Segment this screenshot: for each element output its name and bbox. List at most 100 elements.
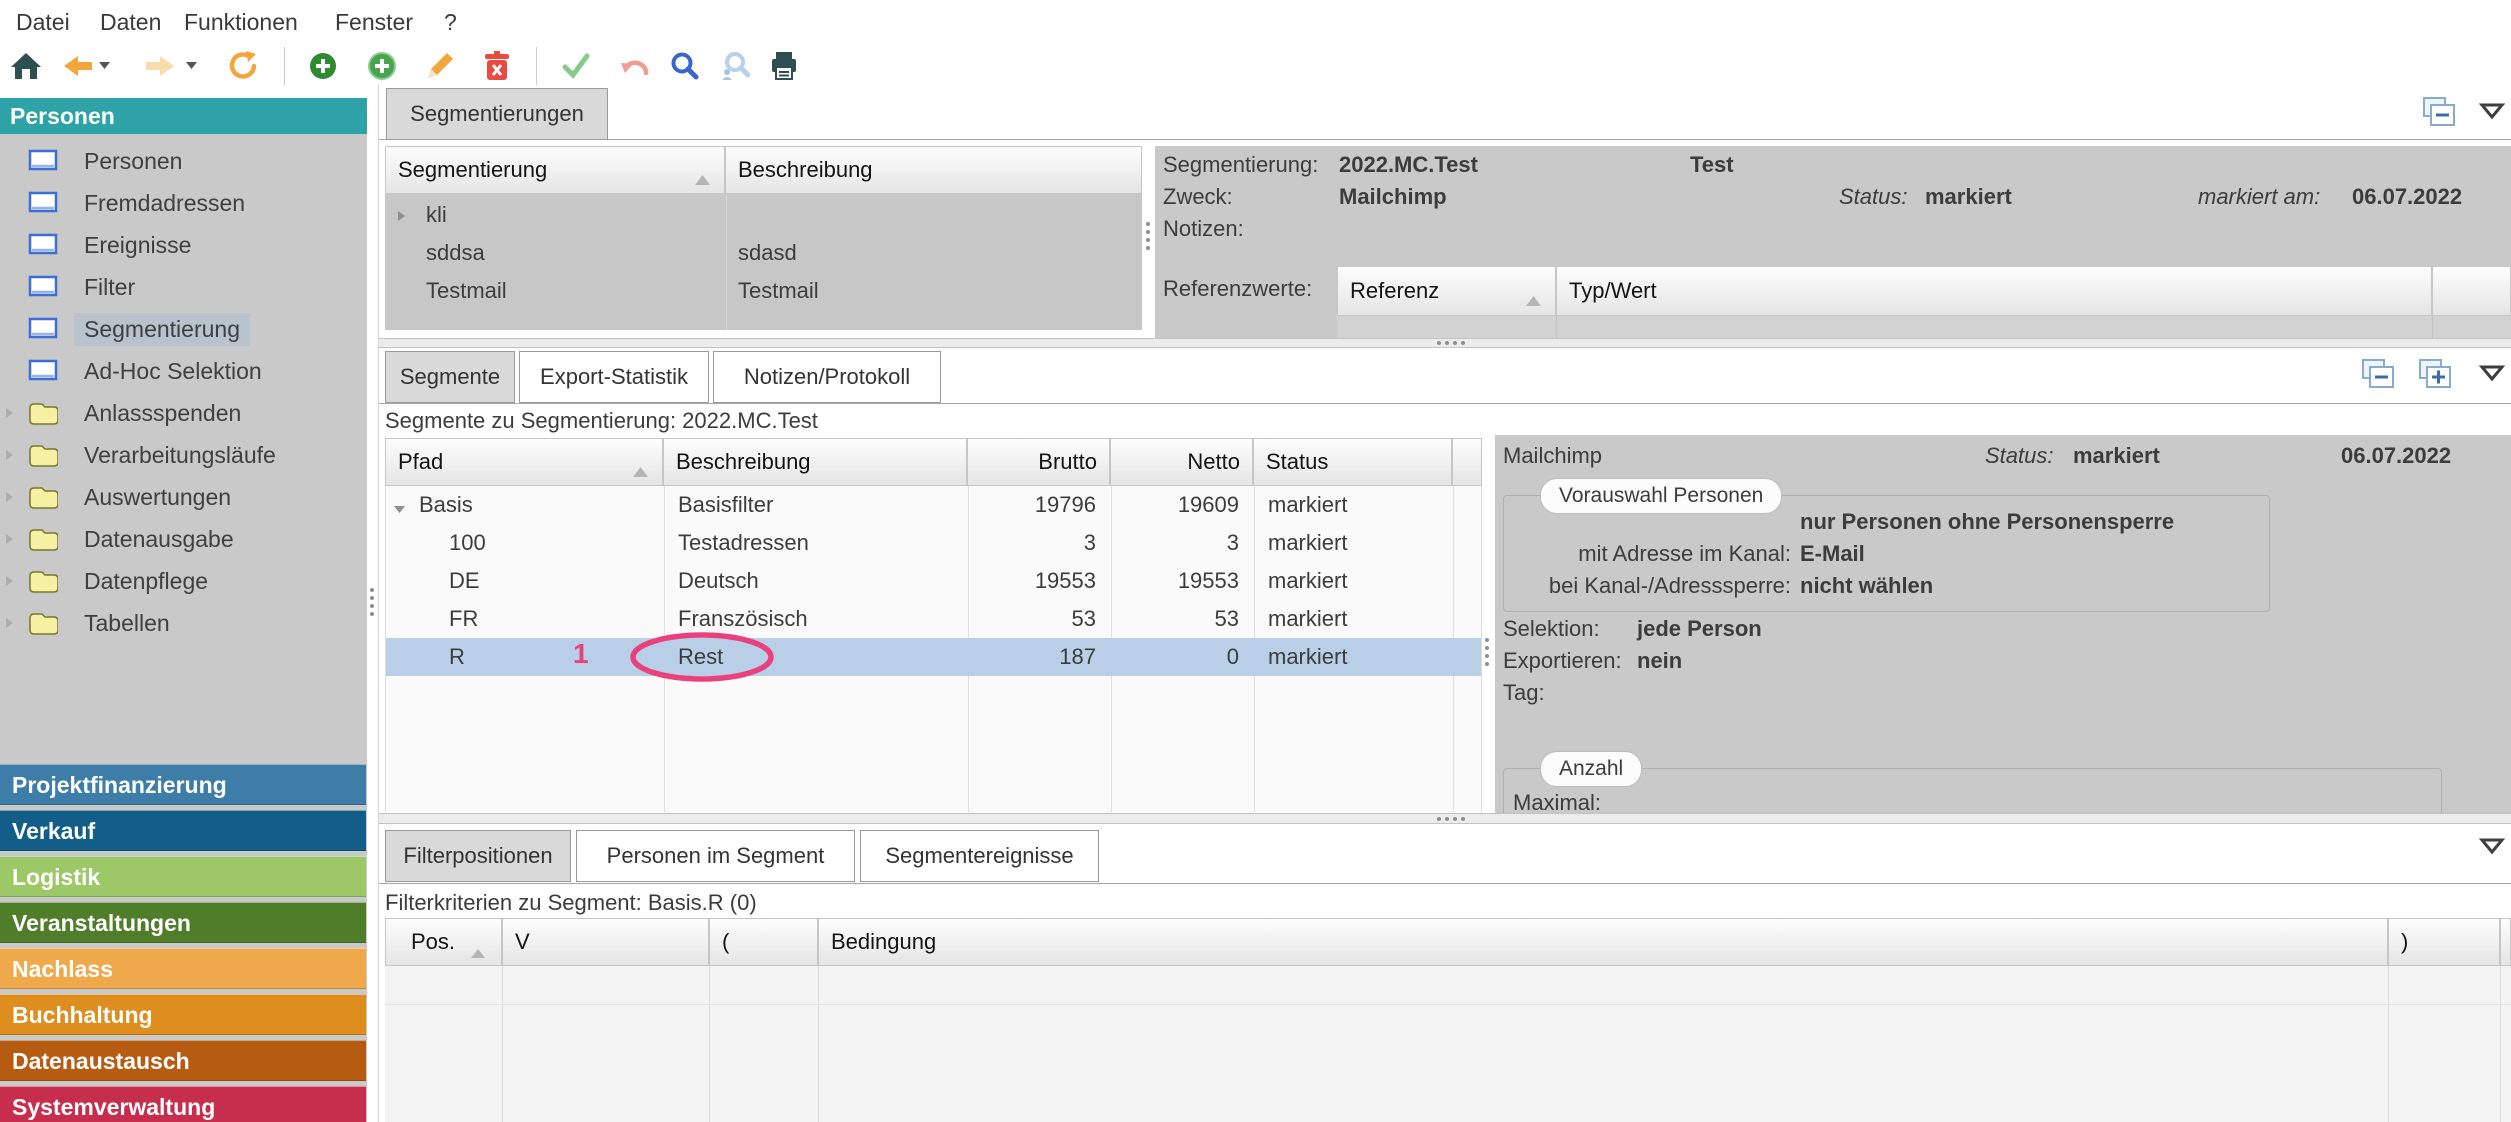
column-header-empty (2500, 918, 2511, 966)
sidebar-item-segmentierung[interactable]: Segmentierung (0, 309, 367, 349)
forward-icon[interactable] (142, 49, 178, 83)
segmentierung-row-testmail[interactable]: Testmail Testmail (386, 272, 1141, 310)
collapse-pane-icon[interactable] (2421, 96, 2457, 133)
sidebar-item-ereignisse[interactable]: Ereignisse (0, 225, 367, 265)
search-person-icon[interactable] (717, 49, 753, 83)
column-header-bedingung[interactable]: Bedingung (818, 918, 2388, 966)
horizontal-splitter[interactable] (379, 338, 2511, 348)
sidebar-item-anlassspenden[interactable]: Anlassspenden (0, 393, 367, 433)
sidebar-item-tabellen[interactable]: Tabellen (0, 603, 367, 643)
module-logistik[interactable]: Logistik (0, 856, 366, 897)
column-divider (709, 966, 710, 1122)
collapse-pane-icon[interactable] (2360, 358, 2396, 395)
segmentierung-row-kli[interactable]: kli (386, 196, 1141, 234)
column-header-beschreibung[interactable]: Beschreibung (725, 146, 1142, 194)
window-icon (28, 149, 62, 173)
column-header-status[interactable]: Status (1253, 438, 1452, 486)
back-icon[interactable] (60, 49, 96, 83)
column-header-pos[interactable]: Pos. (385, 918, 502, 966)
undo-icon[interactable] (617, 49, 653, 83)
module-nachlass[interactable]: Nachlass (0, 948, 366, 989)
expand-icon[interactable] (6, 575, 24, 587)
segment-row-100[interactable]: 100 Testadressen 3 3 markiert (386, 524, 1481, 562)
segment-row-fr[interactable]: FR Franszösisch 53 53 markiert (386, 600, 1481, 638)
splitter-handle[interactable] (1437, 817, 1465, 821)
pane-menu-icon[interactable] (2479, 363, 2505, 388)
module-systemverwaltung[interactable]: Systemverwaltung (0, 1086, 366, 1122)
tab-export-statistik[interactable]: Export-Statistik (519, 351, 709, 403)
sidebar-item-datenpflege[interactable]: Datenpflege (0, 561, 367, 601)
horizontal-splitter[interactable] (379, 813, 2511, 824)
confirm-icon[interactable] (558, 49, 594, 83)
menu-help[interactable]: ? (444, 9, 457, 36)
edit-icon[interactable] (422, 49, 458, 83)
sidebar-item-ad-hoc-selektion[interactable]: Ad-Hoc Selektion (0, 351, 367, 391)
module-verkauf[interactable]: Verkauf (0, 810, 366, 851)
module-projektfinanzierung[interactable]: Projektfinanzierung (0, 764, 366, 805)
column-header-beschreibung[interactable]: Beschreibung (663, 438, 967, 486)
sidebar-item-auswertungen[interactable]: Auswertungen (0, 477, 367, 517)
top-pane-splitter[interactable] (1146, 222, 1150, 250)
delete-icon[interactable] (479, 49, 515, 83)
tab-notizen-protokoll[interactable]: Notizen/Protokoll (713, 351, 941, 403)
cell-netto: 3 (1111, 524, 1239, 562)
sidebar-item-fremdadressen[interactable]: Fremdadressen (0, 183, 367, 223)
column-divider (502, 966, 503, 1122)
refresh-icon[interactable] (224, 49, 260, 83)
expand-pane-icon[interactable] (2417, 358, 2453, 395)
search-icon[interactable] (666, 49, 702, 83)
window-icon (28, 233, 62, 257)
expand-icon[interactable] (6, 407, 24, 419)
column-header-open-paren[interactable]: ( (709, 918, 818, 966)
module-datenaustausch[interactable]: Datenaustausch (0, 1040, 366, 1081)
menu-datei[interactable]: Datei (16, 9, 70, 36)
column-header-segmentierung[interactable]: Segmentierung (385, 146, 725, 194)
menu-fenster[interactable]: Fenster (335, 9, 413, 36)
sidebar-item-personen[interactable]: Personen (0, 141, 367, 181)
back-history-icon[interactable] (97, 49, 113, 83)
tab-segmentierungen[interactable]: Segmentierungen (386, 88, 608, 140)
segment-row-basis[interactable]: Basis Basisfilter 19796 19609 markiert (386, 486, 1481, 524)
tab-segmente[interactable]: Segmente (385, 351, 515, 403)
print-icon[interactable] (766, 49, 802, 83)
tab-segmentereignisse[interactable]: Segmentereignisse (860, 830, 1099, 882)
segment-row-de[interactable]: DE Deutsch 19553 19553 markiert (386, 562, 1481, 600)
middle-pane-splitter[interactable] (1485, 638, 1489, 666)
segmente-table-body: Basis Basisfilter 19796 19609 markiert 1… (385, 486, 1482, 812)
column-header-referenz[interactable]: Referenz (1337, 266, 1556, 316)
column-header-close-paren[interactable]: ) (2388, 918, 2500, 966)
column-header-brutto[interactable]: Brutto (967, 438, 1110, 486)
sidebar-item-filter[interactable]: Filter (0, 267, 367, 307)
forward-history-icon[interactable] (184, 49, 200, 83)
sidebar-item-datenausgabe[interactable]: Datenausgabe (0, 519, 367, 559)
expand-icon[interactable] (6, 449, 24, 461)
pane-menu-icon[interactable] (2479, 836, 2505, 861)
cell-status: markiert (1268, 600, 1347, 638)
expand-icon[interactable] (6, 533, 24, 545)
module-veranstaltungen[interactable]: Veranstaltungen (0, 902, 366, 943)
splitter-handle[interactable] (1437, 341, 1465, 345)
tab-personen-im-segment[interactable]: Personen im Segment (576, 830, 855, 882)
sidebar-splitter[interactable] (370, 588, 374, 616)
sidebar-header-personen[interactable]: Personen (0, 98, 367, 134)
expand-icon[interactable] (6, 491, 24, 503)
segmentierung-row-sddsa[interactable]: sddsa sdasd (386, 234, 1141, 272)
menu-daten[interactable]: Daten (100, 9, 161, 36)
add-icon[interactable] (305, 49, 341, 83)
module-buchhaltung[interactable]: Buchhaltung (0, 994, 366, 1035)
menu-funktionen[interactable]: Funktionen (184, 9, 298, 36)
window-icon (28, 191, 62, 215)
tab-filterpositionen[interactable]: Filterpositionen (385, 830, 571, 882)
column-header-typ-wert[interactable]: Typ/Wert (1556, 266, 2432, 316)
collapse-tree-icon[interactable] (394, 501, 406, 519)
add-special-icon[interactable] (364, 49, 400, 83)
pane-menu-icon[interactable] (2479, 101, 2505, 126)
column-header-pfad[interactable]: Pfad (385, 438, 663, 486)
column-header-netto[interactable]: Netto (1110, 438, 1253, 486)
segment-row-r-selected[interactable]: R Rest 187 0 markiert (386, 638, 1481, 676)
column-header-v[interactable]: V (502, 918, 709, 966)
sidebar-item-verarbeitungslaeufe[interactable]: Verarbeitungsläufe (0, 435, 367, 475)
home-icon[interactable] (8, 49, 44, 83)
expand-icon[interactable] (398, 209, 406, 227)
expand-icon[interactable] (6, 617, 24, 629)
